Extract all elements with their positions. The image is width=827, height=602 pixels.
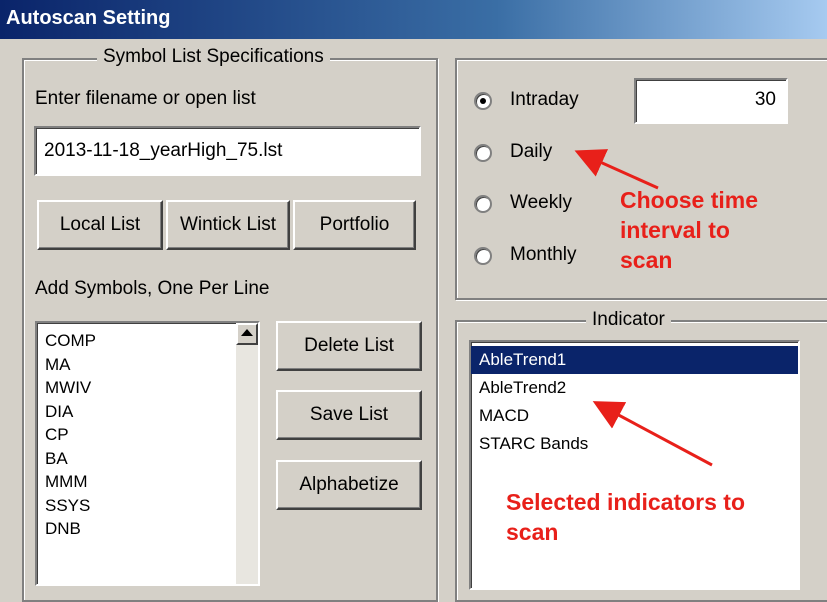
delete-list-button[interactable]: Delete List xyxy=(276,321,422,371)
radio-label-monthly[interactable]: Monthly xyxy=(510,244,577,266)
symbol-item[interactable]: MWIV xyxy=(37,376,258,400)
portfolio-button[interactable]: Portfolio xyxy=(293,200,416,250)
local-list-button[interactable]: Local List xyxy=(37,200,163,250)
filename-input[interactable]: 2013-11-18_yearHigh_75.lst xyxy=(34,126,421,176)
filename-label: Enter filename or open list xyxy=(35,88,256,109)
indicator-legend: Indicator xyxy=(586,309,671,331)
symbols-scrollbar[interactable] xyxy=(236,323,258,584)
radio-weekly[interactable] xyxy=(474,195,492,213)
indicator-item[interactable]: AbleTrend1 xyxy=(471,346,798,374)
save-list-button[interactable]: Save List xyxy=(276,390,422,440)
symbols-list[interactable]: COMP MA MWIV DIA CP BA MMM SSYS DNB xyxy=(35,321,260,586)
symbol-item[interactable]: DNB xyxy=(37,517,258,541)
arrow-up-icon xyxy=(241,329,253,336)
symbol-item[interactable]: MMM xyxy=(37,470,258,494)
radio-label-daily[interactable]: Daily xyxy=(510,141,552,163)
symbol-item[interactable]: MA xyxy=(37,353,258,377)
radio-monthly[interactable] xyxy=(474,247,492,265)
indicator-item[interactable]: STARC Bands xyxy=(471,430,798,458)
radio-label-intraday[interactable]: Intraday xyxy=(510,89,579,111)
filename-value: 2013-11-18_yearHigh_75.lst xyxy=(44,140,283,161)
radio-label-weekly[interactable]: Weekly xyxy=(510,192,572,214)
scroll-up-button[interactable] xyxy=(236,323,258,345)
radio-daily[interactable] xyxy=(474,144,492,162)
symbol-list-legend: Symbol List Specifications xyxy=(97,46,330,68)
wintick-list-button[interactable]: Wintick List xyxy=(166,200,290,250)
window-title: Autoscan Setting xyxy=(6,7,171,29)
symbol-item[interactable]: COMP xyxy=(37,329,258,353)
radio-selected-dot xyxy=(480,98,486,104)
alphabetize-button[interactable]: Alphabetize xyxy=(276,460,422,510)
radio-intraday[interactable] xyxy=(474,92,492,110)
indicator-note: Selected indicators to scan xyxy=(506,489,746,545)
symbol-item[interactable]: SSYS xyxy=(37,494,258,518)
add-symbols-label: Add Symbols, One Per Line xyxy=(35,278,270,299)
intraday-value: 30 xyxy=(754,89,776,110)
indicator-list[interactable]: AbleTrend1 AbleTrend2 MACD STARC Bands xyxy=(469,340,800,590)
indicator-item[interactable]: MACD xyxy=(471,402,798,430)
symbol-item[interactable]: DIA xyxy=(37,400,258,424)
symbol-item[interactable]: CP xyxy=(37,423,258,447)
intraday-value-input[interactable]: 30 xyxy=(634,78,788,124)
title-bar: Autoscan Setting xyxy=(0,0,827,39)
symbol-item[interactable]: BA xyxy=(37,447,258,471)
time-interval-note: Choose time interval to scan xyxy=(620,187,759,273)
indicator-item[interactable]: AbleTrend2 xyxy=(471,374,798,402)
